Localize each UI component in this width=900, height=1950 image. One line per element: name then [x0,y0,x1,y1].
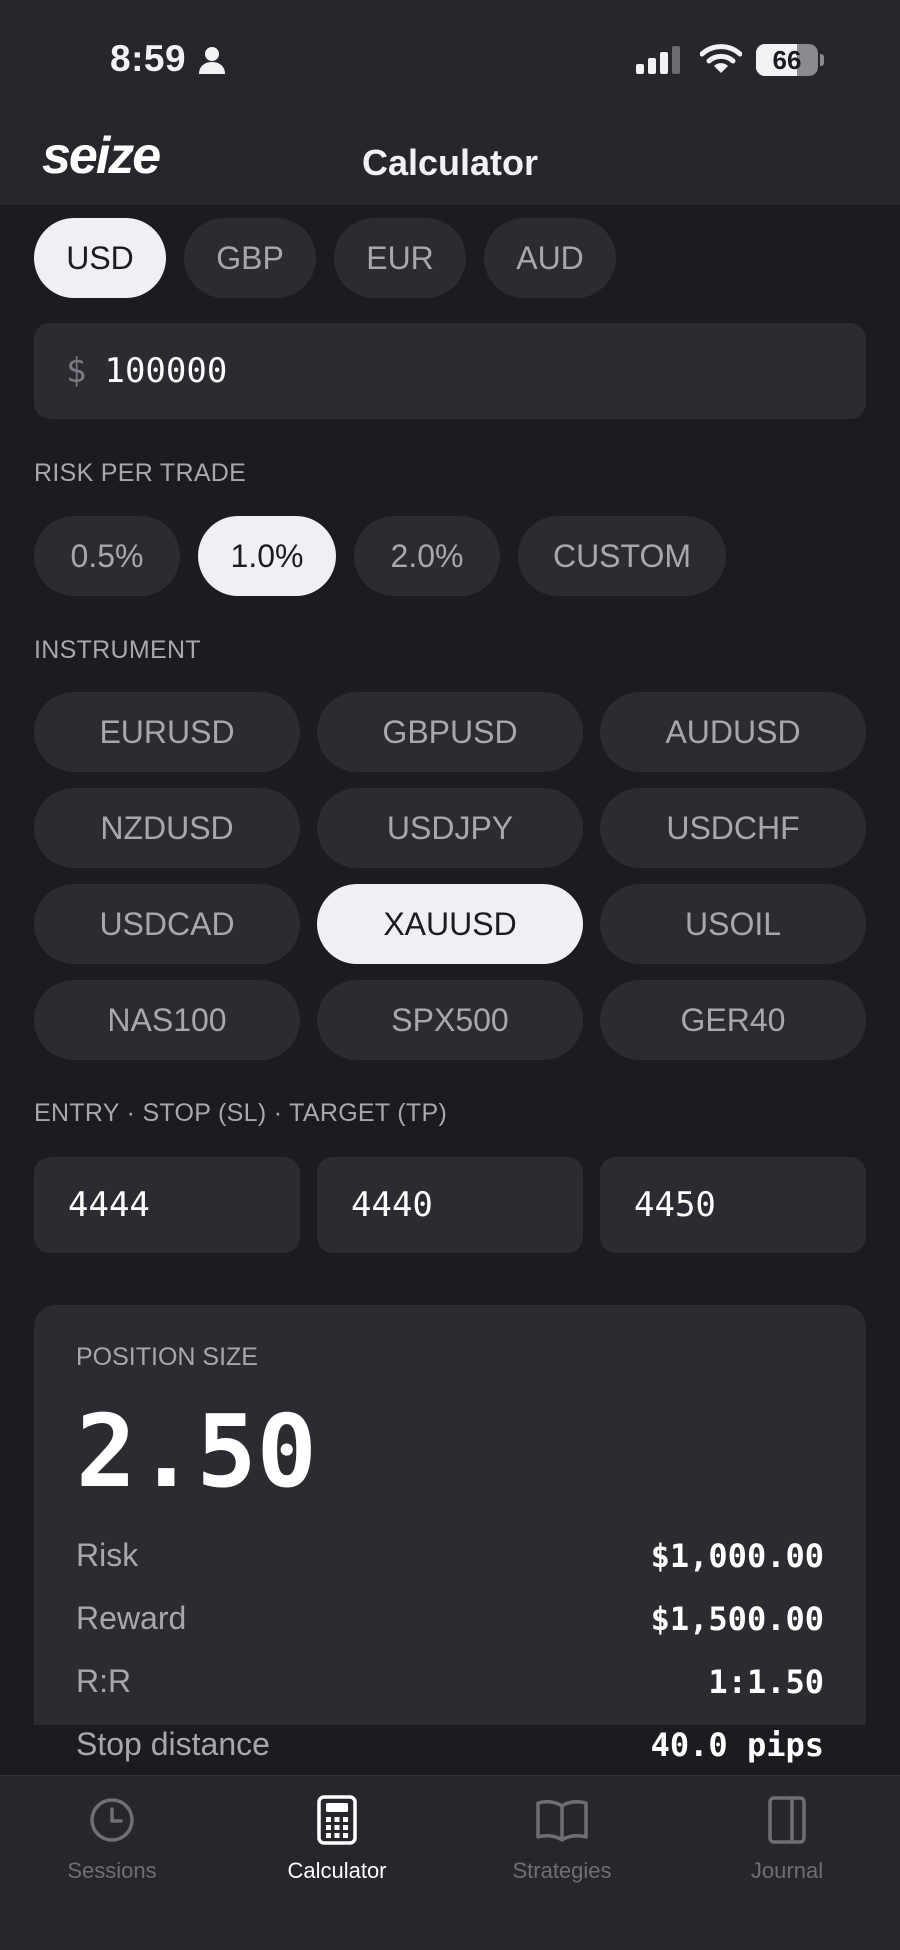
position-size-label: POSITION SIZE [76,1343,258,1371]
journal-icon [768,1794,806,1846]
instrument-spx500-button[interactable]: SPX500 [317,980,583,1060]
status-time: 8:59 [110,38,187,79]
tab-journal[interactable]: Journal [687,1794,887,1894]
status-bar: 8:59 66 [0,0,900,120]
currency-aud-button[interactable]: AUD [484,218,616,298]
instrument-usdchf-button[interactable]: USDCHF [600,788,866,868]
reward-row-label: Reward [76,1600,187,1636]
risk-2-0-button[interactable]: 2.0% [354,516,500,596]
currency-symbol: $ [66,351,87,391]
instrument-gbpusd-button[interactable]: GBPUSD [317,692,583,772]
currency-eur-button[interactable]: EUR [334,218,466,298]
instrument-usoil-button[interactable]: USOIL [600,884,866,964]
battery-icon: 66 [756,44,818,76]
risk-row-label: Risk [76,1537,139,1573]
bottom-tab-bar: Sessions Calculator Strategies Journal [0,1775,900,1950]
person-icon [198,45,226,80]
instrument-nas100-button[interactable]: NAS100 [34,980,300,1060]
tab-strategies-label: Strategies [512,1858,612,1883]
instrument-xauusd-button[interactable]: XAUUSD [317,884,583,964]
currency-usd-button[interactable]: USD [34,218,166,298]
instrument-nzdusd-button[interactable]: NZDUSD [34,788,300,868]
take-profit-value: 4450 [634,1185,716,1225]
tab-journal-label: Journal [750,1858,824,1883]
wifi-icon [699,42,743,81]
clock-icon [88,1794,136,1846]
position-size-value: 2.50 [76,1393,317,1510]
currency-gbp-button[interactable]: GBP [184,218,316,298]
levels-label: ENTRY · STOP (SL) · TARGET (TP) [34,1099,448,1127]
tab-calculator-label: Calculator [287,1858,387,1883]
tab-sessions[interactable]: Sessions [12,1794,212,1894]
battery-nub [820,54,824,66]
stop-loss-value: 4440 [351,1185,433,1225]
cellular-signal-icon [636,46,684,79]
tab-calculator[interactable]: Calculator [237,1794,437,1894]
app-header: seize Calculator [0,120,900,206]
instrument-usdjpy-button[interactable]: USDJPY [317,788,583,868]
tab-strategies[interactable]: Strategies [462,1794,662,1894]
rr-row-label: R:R [76,1663,132,1699]
instrument-usdcad-button[interactable]: USDCAD [34,884,300,964]
stop-distance-row-value: 40.0 pips [650,1726,824,1764]
instrument-label: INSTRUMENT [34,636,201,664]
entry-price-value: 4444 [68,1185,150,1225]
risk-per-trade-label: RISK PER TRADE [34,459,247,487]
account-balance-input[interactable]: $ 100000 [34,323,866,419]
battery-percent: 66 [772,44,802,75]
stop-loss-input[interactable]: 4440 [317,1157,583,1253]
risk-row-value: $1,000.00 [650,1537,824,1575]
calculator-icon [317,1794,357,1846]
risk-1-0-button[interactable]: 1.0% [198,516,336,596]
position-size-card: POSITION SIZE 2.50 Risk $1,000.00 Reward… [34,1305,866,1764]
page-title: Calculator [361,142,539,183]
risk-custom-button[interactable]: CUSTOM [518,516,726,596]
rr-row-value: 1:1.50 [708,1663,824,1701]
stop-distance-row-label: Stop distance [76,1726,270,1762]
tab-sessions-label: Sessions [67,1858,157,1883]
take-profit-input[interactable]: 4450 [600,1157,866,1253]
instrument-ger40-button[interactable]: GER40 [600,980,866,1060]
reward-row-value: $1,500.00 [650,1600,824,1638]
book-icon [535,1794,589,1846]
instrument-audusd-button[interactable]: AUDUSD [600,692,866,772]
account-balance-value: 100000 [104,351,228,391]
risk-0-5-button[interactable]: 0.5% [34,516,180,596]
entry-price-input[interactable]: 4444 [34,1157,300,1253]
instrument-eurusd-button[interactable]: EURUSD [34,692,300,772]
